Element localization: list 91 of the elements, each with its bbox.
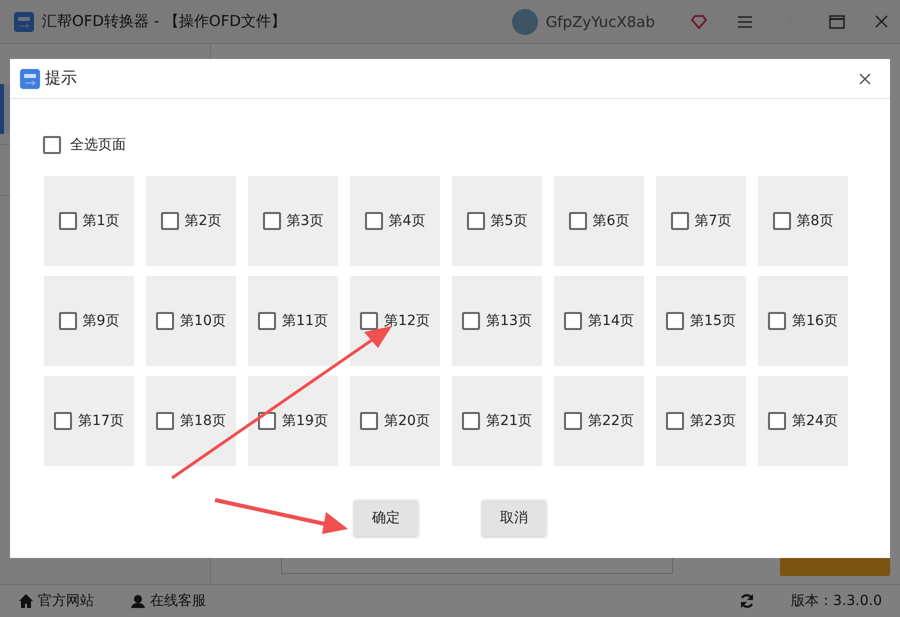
dialog-button[interactable]: 取消 [482, 500, 546, 536]
page-label: 第20页 [384, 412, 430, 430]
page-tile[interactable]: 第23页 [656, 376, 746, 466]
checkbox[interactable] [568, 212, 587, 230]
page-tile[interactable]: 第14页 [554, 276, 644, 366]
page-tile[interactable]: 第10页 [146, 276, 236, 366]
page-tile[interactable]: 第6页 [554, 176, 644, 266]
page-label: 第15页 [690, 312, 736, 330]
maximize-icon[interactable] [829, 14, 845, 28]
page-tile[interactable]: 第15页 [656, 276, 746, 366]
checkbox[interactable] [360, 412, 378, 430]
page-tile[interactable]: 第20页 [350, 376, 440, 466]
refresh-icon[interactable] [739, 593, 756, 609]
page-tile[interactable]: 第16页 [758, 276, 848, 366]
page-tile[interactable]: 第8页 [758, 176, 848, 266]
page-label: 第10页 [180, 312, 226, 330]
page-label: 第11页 [282, 312, 328, 330]
page-tile[interactable]: 第18页 [146, 376, 236, 466]
home-icon [18, 593, 34, 609]
page-label: 第3页 [286, 212, 324, 230]
checkbox[interactable] [462, 312, 480, 330]
checkbox[interactable] [462, 412, 480, 430]
version-label: 版本：3.3.0.0 [791, 592, 882, 610]
page-label: 第16页 [792, 312, 838, 330]
page-tile[interactable]: 第11页 [248, 276, 338, 366]
checkbox[interactable] [666, 312, 684, 330]
checkbox[interactable] [58, 312, 77, 330]
checkbox[interactable] [360, 312, 378, 330]
page-label: 第2页 [184, 212, 222, 230]
checkbox[interactable] [768, 312, 786, 330]
checkbox[interactable] [156, 412, 174, 430]
page-label: 第24页 [792, 412, 838, 430]
menu-icon[interactable] [737, 14, 753, 28]
page-tile[interactable]: 第22页 [554, 376, 644, 466]
close-icon[interactable] [859, 72, 871, 84]
page-label: 第8页 [796, 212, 834, 230]
page-label: 第1页 [82, 212, 120, 230]
checkbox[interactable] [54, 412, 72, 430]
footer-link[interactable]: 在线客服 [150, 592, 206, 610]
page-tile[interactable]: 第4页 [350, 176, 440, 266]
page-tile[interactable]: 第13页 [452, 276, 542, 366]
page-label: 第9页 [82, 312, 120, 330]
checkbox[interactable] [772, 212, 791, 230]
page-label: 第22页 [588, 412, 634, 430]
page-tile[interactable]: 第1页 [44, 176, 134, 266]
app-logo-icon [14, 12, 34, 32]
diamond-icon[interactable] [691, 14, 707, 28]
page-label: 第19页 [282, 412, 328, 430]
page-tile[interactable]: 第21页 [452, 376, 542, 466]
dialog-title: 提示 [45, 68, 77, 89]
checkbox[interactable] [466, 212, 485, 230]
page-tile[interactable]: 第19页 [248, 376, 338, 466]
window-title: 汇帮OFD转换器 - 【操作OFD文件】 [42, 12, 286, 31]
close-icon[interactable] [875, 15, 888, 28]
checkbox[interactable] [43, 136, 61, 154]
checkbox[interactable] [58, 212, 77, 230]
checkbox[interactable] [258, 312, 276, 330]
checkbox[interactable] [564, 412, 582, 430]
checkbox[interactable] [670, 212, 689, 230]
footer-link[interactable]: 官方网站 [38, 592, 94, 610]
page-label: 第5页 [490, 212, 528, 230]
checkbox[interactable] [156, 312, 174, 330]
avatar [512, 8, 538, 34]
page-label: 第18页 [180, 412, 226, 430]
app-logo-icon [20, 68, 40, 88]
checkbox-label: 全选页面 [70, 136, 126, 154]
checkbox[interactable] [666, 412, 684, 430]
page-tile[interactable]: 第9页 [44, 276, 134, 366]
page-tile[interactable]: 第2页 [146, 176, 236, 266]
page-tile[interactable]: 第17页 [44, 376, 134, 466]
page-label: 第14页 [588, 312, 634, 330]
checkbox[interactable] [262, 212, 281, 230]
page-tile[interactable]: 第24页 [758, 376, 848, 466]
page-label: 第17页 [78, 412, 124, 430]
checkbox[interactable] [364, 212, 383, 230]
person-icon [130, 593, 146, 609]
page-tile[interactable]: 第7页 [656, 176, 746, 266]
page-tile[interactable]: 第5页 [452, 176, 542, 266]
page-label: 第6页 [592, 212, 630, 230]
checkbox[interactable] [564, 312, 582, 330]
page-label: 第13页 [486, 312, 532, 330]
dialog-button[interactable]: 确定 [354, 500, 418, 536]
page-label: 第12页 [384, 312, 430, 330]
page-label: 第21页 [486, 412, 532, 430]
page-label: 第4页 [388, 212, 426, 230]
page-label: 第7页 [694, 212, 732, 230]
page-tile[interactable]: 第12页 [350, 276, 440, 366]
checkbox[interactable] [768, 412, 786, 430]
page-tile[interactable]: 第3页 [248, 176, 338, 266]
page-label: 第23页 [690, 412, 736, 430]
checkbox[interactable] [160, 212, 179, 230]
